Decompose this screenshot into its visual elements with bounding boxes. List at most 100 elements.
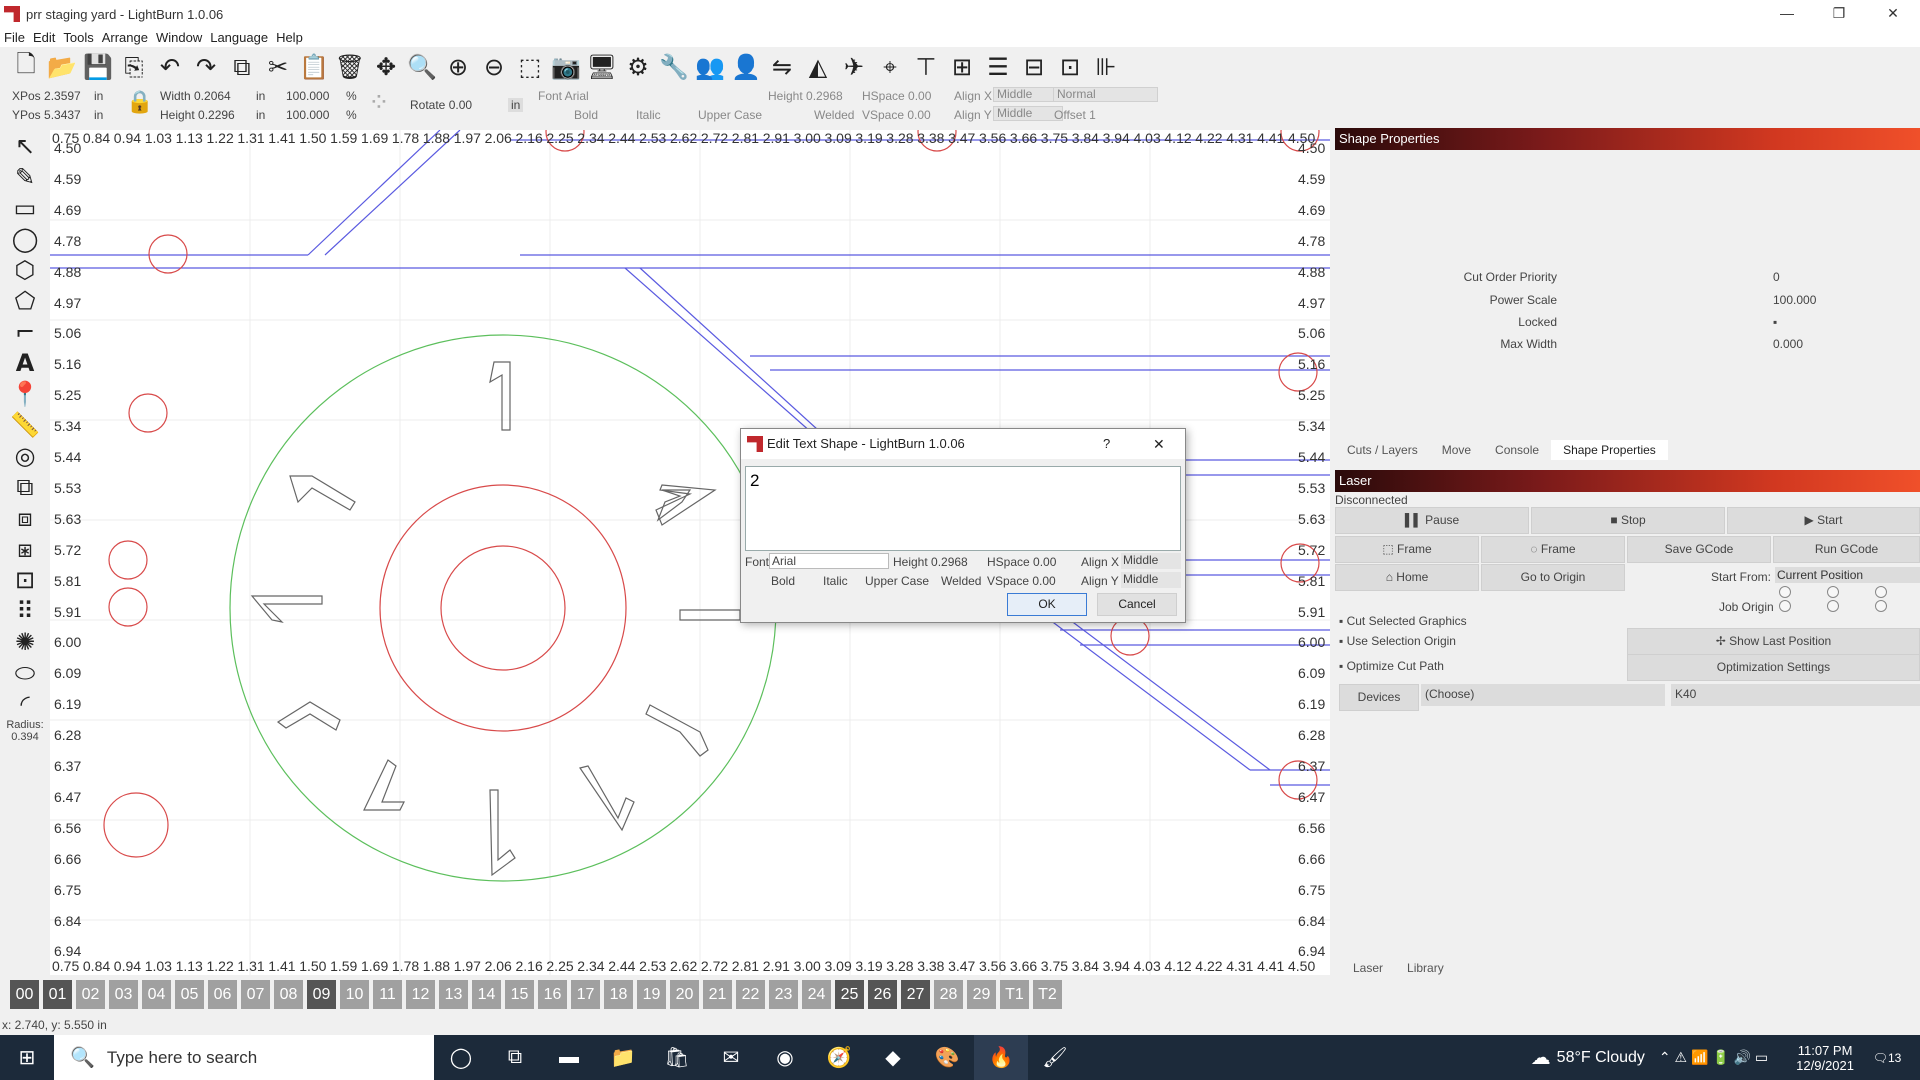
lightburn-taskbar-icon[interactable]: 🔥 <box>974 1035 1028 1080</box>
dialog-height-field[interactable]: Height 0.2968 <box>893 555 968 569</box>
origin-radio-mr[interactable] <box>1875 600 1887 612</box>
dialog-help-button[interactable]: ? <box>1103 429 1110 459</box>
corner-radius-icon[interactable]: ◜ <box>0 688 50 719</box>
scale-height-field[interactable]: 100.000 <box>286 108 329 122</box>
undo-icon[interactable]: ↶ <box>154 51 186 83</box>
menu-arrange[interactable]: Arrange <box>98 28 152 47</box>
uppercase-checkbox[interactable]: Upper Case <box>698 108 762 122</box>
palette-swatch-21[interactable]: 21 <box>703 980 732 1009</box>
align-center-icon[interactable]: ⊞ <box>946 51 978 83</box>
menu-edit[interactable]: Edit <box>29 28 59 47</box>
grid-array-icon[interactable]: ⠿ <box>0 595 50 626</box>
spacing-icon[interactable]: ⊪ <box>1090 51 1122 83</box>
save-gcode-button[interactable]: Save GCode <box>1627 536 1771 563</box>
maximize-button[interactable]: ❐ <box>1816 0 1862 28</box>
font-field[interactable]: Font Arial <box>538 89 589 103</box>
bold-checkbox[interactable]: Bold <box>574 108 598 122</box>
tab-laser[interactable]: Laser <box>1341 958 1395 978</box>
width-field[interactable]: Width 0.2064 <box>160 89 231 103</box>
tab-move[interactable]: Move <box>1430 440 1483 460</box>
palette-swatch-27[interactable]: 27 <box>901 980 930 1009</box>
send-icon[interactable]: ✈ <box>838 51 870 83</box>
boolean-intersect-icon[interactable]: ⧆ <box>0 533 50 564</box>
tab-console[interactable]: Console <box>1483 440 1551 460</box>
ungroup-icon[interactable]: 👤 <box>730 51 762 83</box>
file-explorer-icon[interactable]: 📁 <box>596 1035 650 1080</box>
palette-swatch-14[interactable]: 14 <box>472 980 501 1009</box>
menu-tools[interactable]: Tools <box>59 28 97 47</box>
target-icon[interactable]: ⌖ <box>874 51 906 83</box>
palette-swatch-29[interactable]: 29 <box>967 980 996 1009</box>
palette-swatch-t2[interactable]: T2 <box>1033 980 1062 1009</box>
palette-swatch-02[interactable]: 02 <box>76 980 105 1009</box>
palette-swatch-00[interactable]: 00 <box>10 980 39 1009</box>
palette-swatch-06[interactable]: 06 <box>208 980 237 1009</box>
palette-swatch-19[interactable]: 19 <box>637 980 666 1009</box>
group-icon[interactable]: 👥 <box>694 51 726 83</box>
zoom-frame-icon[interactable]: ⬚ <box>514 51 546 83</box>
task-view-icon[interactable]: ⧉ <box>488 1035 542 1080</box>
start-from-select[interactable]: Current Position <box>1775 567 1920 583</box>
zoom-in-icon[interactable]: ⊕ <box>442 51 474 83</box>
aligny-select[interactable]: Middle <box>993 106 1063 122</box>
tab-shape-properties[interactable]: Shape Properties <box>1551 440 1668 460</box>
xpos-field[interactable]: XPos 2.3597 <box>12 89 81 103</box>
palette-swatch-13[interactable]: 13 <box>439 980 468 1009</box>
palette-swatch-22[interactable]: 22 <box>736 980 765 1009</box>
clock[interactable]: 11:07 PM 12/9/2021 <box>1796 1043 1854 1073</box>
weather-text[interactable]: 58°F Cloudy <box>1557 1049 1645 1067</box>
visual-studio-icon[interactable]: ◆ <box>866 1035 920 1080</box>
dialog-hspace-field[interactable]: HSpace 0.00 <box>987 555 1056 569</box>
palette-swatch-10[interactable]: 10 <box>340 980 369 1009</box>
normal-select[interactable]: Normal <box>1053 87 1158 103</box>
palette-swatch-20[interactable]: 20 <box>670 980 699 1009</box>
cancel-button[interactable]: Cancel <box>1097 593 1177 616</box>
palette-swatch-01[interactable]: 01 <box>43 980 72 1009</box>
palette-swatch-03[interactable]: 03 <box>109 980 138 1009</box>
rectangle-tool-icon[interactable]: ▭ <box>0 192 50 223</box>
redo-icon[interactable]: ↷ <box>190 51 222 83</box>
save-icon[interactable]: 💾 <box>82 51 114 83</box>
lock-icon[interactable]: 🔒 <box>126 89 153 115</box>
height-field[interactable]: Height 0.2296 <box>160 108 235 122</box>
notification-icon[interactable]: 🗨13 <box>1872 1051 1902 1065</box>
palette-swatch-26[interactable]: 26 <box>868 980 897 1009</box>
menu-window[interactable]: Window <box>152 28 206 47</box>
dialog-italic-checkbox[interactable]: Italic <box>823 574 848 588</box>
dialog-uppercase-checkbox[interactable]: Upper Case <box>865 574 929 588</box>
radius-value[interactable]: 0.394 <box>0 731 50 743</box>
circular-array-icon[interactable]: ✺ <box>0 626 50 657</box>
power-scale-field[interactable]: 100.000 <box>1773 293 1816 307</box>
offset-field[interactable]: Offset 1 <box>1054 108 1096 122</box>
polyline-tool-icon[interactable]: ⬠ <box>0 285 50 316</box>
boolean-union-icon[interactable]: ⧉ <box>0 471 50 502</box>
max-width-field[interactable]: 0.000 <box>1773 337 1803 351</box>
origin-radio-tc[interactable] <box>1827 586 1839 598</box>
menu-language[interactable]: Language <box>206 28 272 47</box>
cortana-icon[interactable]: ◯ <box>434 1035 488 1080</box>
palette-swatch-18[interactable]: 18 <box>604 980 633 1009</box>
tab-cuts-layers[interactable]: Cuts / Layers <box>1335 440 1430 460</box>
taskbar-search[interactable]: 🔍 Type here to search <box>54 1035 434 1080</box>
polygon-tool-icon[interactable]: ⬡ <box>0 254 50 285</box>
palette-swatch-15[interactable]: 15 <box>505 980 534 1009</box>
origin-radio-ml[interactable] <box>1779 600 1791 612</box>
distribute-icon[interactable]: ☰ <box>982 51 1014 83</box>
palette-swatch-28[interactable]: 28 <box>934 980 963 1009</box>
origin-radio-tl[interactable] <box>1779 586 1791 598</box>
palette-swatch-t1[interactable]: T1 <box>1000 980 1029 1009</box>
cut-order-field[interactable]: 0 <box>1773 270 1780 284</box>
dock-icon[interactable]: ⊡ <box>1054 51 1086 83</box>
open-file-icon[interactable]: 📂 <box>46 51 78 83</box>
rotate-unit[interactable]: in <box>508 98 524 112</box>
weld-icon[interactable]: ⊡ <box>0 564 50 595</box>
bracket-tool-icon[interactable]: ⌐ <box>0 316 50 347</box>
palette-swatch-24[interactable]: 24 <box>802 980 831 1009</box>
menu-help[interactable]: Help <box>272 28 307 47</box>
devices-button[interactable]: Devices <box>1339 684 1419 711</box>
weather-icon[interactable]: ☁ <box>1531 1045 1551 1070</box>
scale-width-field[interactable]: 100.000 <box>286 89 329 103</box>
import-icon[interactable]: ⎘ <box>118 51 150 83</box>
store-icon[interactable]: 🛍 <box>650 1035 704 1080</box>
stop-button[interactable]: ■ Stop <box>1531 507 1725 534</box>
